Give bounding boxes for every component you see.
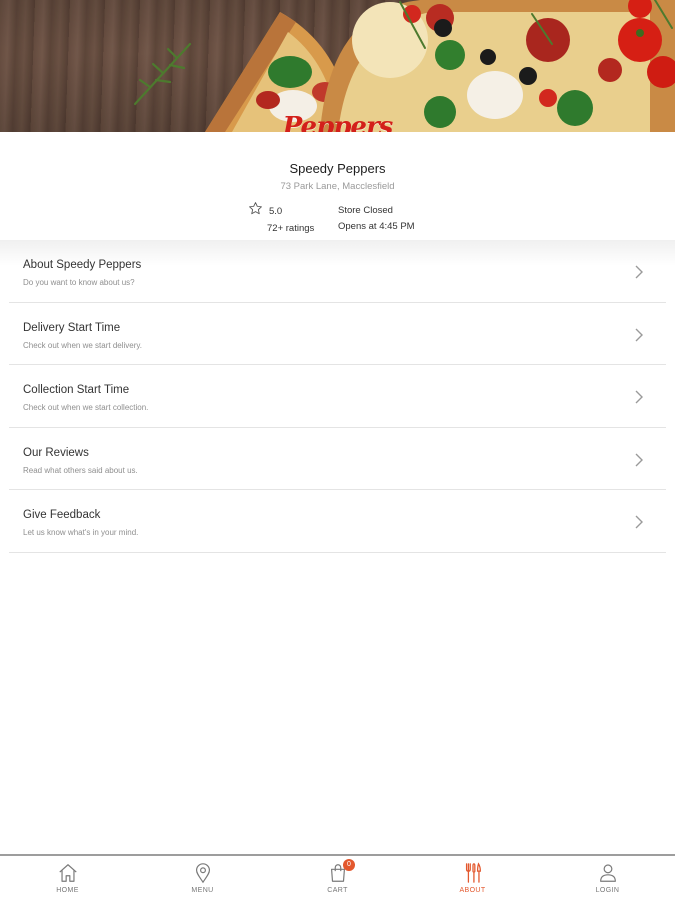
tab-label: ABOUT (459, 887, 486, 894)
ratings-count: 72+ ratings (267, 223, 315, 234)
chevron-right-icon (635, 453, 643, 466)
list-item-collection-time[interactable]: Collection Start Time Check out when we … (9, 365, 666, 428)
store-address: 73 Park Lane, Macclesfield (280, 181, 395, 192)
tab-about[interactable]: ABOUT (405, 856, 540, 900)
list-item-delivery-time[interactable]: Delivery Start Time Check out when we st… (9, 303, 666, 365)
tab-login[interactable]: LOGIN (540, 856, 675, 900)
utensils-icon (465, 862, 481, 883)
item-subtitle: Let us know what's in your mind. (23, 528, 139, 537)
hero-banner-image: Peppers (0, 0, 675, 132)
about-screen: Peppers Speedy Peppers 73 Park Lane, Mac… (0, 0, 675, 900)
chevron-right-icon (635, 515, 643, 529)
tab-label: CART (327, 887, 348, 894)
star-icon (249, 202, 262, 215)
item-subtitle: Check out when we start collection. (23, 403, 149, 412)
about-info-list: About Speedy Peppers Do you want to know… (0, 240, 675, 553)
list-item-reviews[interactable]: Our Reviews Read what others said about … (9, 428, 666, 490)
chevron-right-icon (635, 328, 643, 341)
chevron-right-icon (635, 390, 643, 404)
item-title: About Speedy Peppers (23, 259, 142, 271)
item-title: Delivery Start Time (23, 321, 121, 334)
list-item-about[interactable]: About Speedy Peppers Do you want to know… (9, 240, 666, 303)
tab-label: LOGIN (595, 887, 620, 894)
item-title: Collection Start Time (23, 384, 130, 396)
home-icon (58, 864, 77, 882)
opening-time: Opens at 4:45 PM (338, 221, 415, 232)
list-item-feedback[interactable]: Give Feedback Let us know what's in your… (9, 490, 666, 553)
tab-label: MENU (191, 887, 214, 894)
cart-count-badge: 0 (343, 859, 355, 871)
rating-value: 5.0 (269, 206, 283, 217)
tab-cart[interactable]: 0 CART (270, 856, 405, 900)
tab-label: HOME (56, 887, 79, 894)
item-subtitle: Read what others said about us. (23, 465, 138, 475)
location-pin-icon (195, 863, 210, 884)
tab-home[interactable]: HOME (0, 856, 135, 900)
bottom-tab-bar: HOME MENU 0 CART ABOUT LOGIN (0, 854, 675, 900)
item-title: Give Feedback (23, 509, 101, 521)
restaurant-logo: Peppers (282, 112, 394, 132)
user-icon (599, 864, 616, 882)
item-subtitle: Check out when we start delivery. (23, 340, 143, 350)
item-title: Our Reviews (23, 446, 89, 459)
chevron-right-icon (635, 265, 643, 279)
tab-menu[interactable]: MENU (135, 856, 270, 900)
store-name: Speedy Peppers (289, 161, 386, 176)
item-subtitle: Do you want to know about us? (23, 278, 135, 287)
store-status: Store Closed (338, 205, 393, 216)
